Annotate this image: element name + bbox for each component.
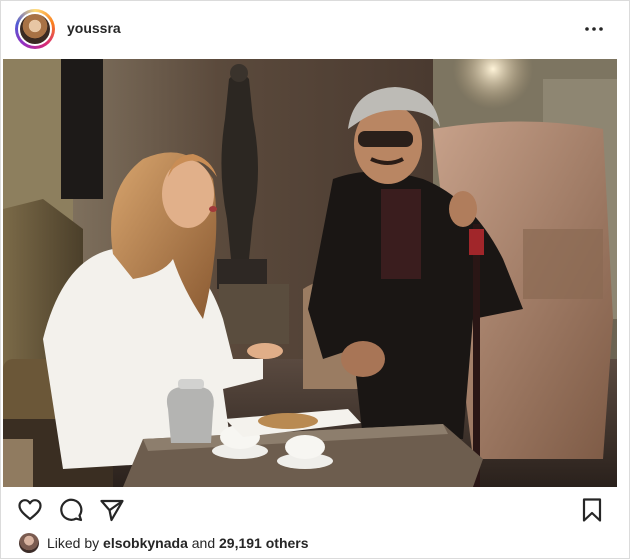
comment-icon[interactable] [58, 497, 84, 523]
username-link[interactable]: youssra [67, 20, 121, 36]
story-ring[interactable] [15, 9, 55, 49]
photo-illustration [3, 59, 617, 487]
instagram-post: youssra Liked by elsobkynada and 29,191 … [0, 0, 630, 559]
profile-avatar[interactable] [18, 12, 52, 46]
likes-connector: and [187, 535, 220, 551]
more-options-icon[interactable] [584, 19, 604, 39]
heart-icon[interactable] [17, 497, 43, 523]
likes-summary: Liked by elsobkynada and 29,191 others [47, 535, 309, 551]
others-link[interactable]: 29,191 others [219, 535, 309, 551]
post-header: youssra [1, 1, 630, 57]
bookmark-icon[interactable] [579, 497, 605, 523]
likes-row: Liked by elsobkynada and 29,191 others [19, 531, 619, 555]
share-icon[interactable] [99, 497, 125, 523]
liker-avatar[interactable] [19, 533, 39, 553]
liker-username-link[interactable]: elsobkynada [103, 535, 188, 551]
likes-prefix: Liked by [47, 535, 104, 551]
action-bar [1, 491, 630, 527]
post-photo[interactable] [3, 59, 617, 487]
